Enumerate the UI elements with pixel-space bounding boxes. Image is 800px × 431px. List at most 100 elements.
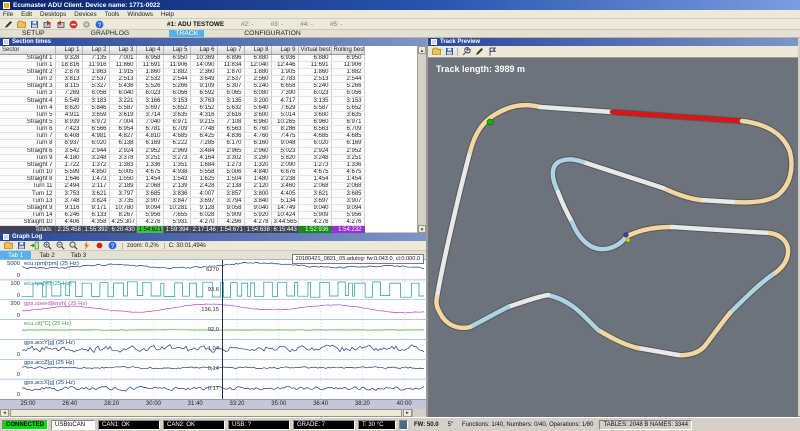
help-icon[interactable]: ? bbox=[94, 19, 104, 29]
table-row-totals[interactable]: Totals:2:25:4581:55:3926:20:4301:54:6211… bbox=[0, 226, 364, 233]
table-row[interactable]: Turn 118:81611:91611:86011:69111:90614:0… bbox=[0, 61, 364, 68]
graph-cursor-line[interactable] bbox=[222, 260, 223, 399]
table-row[interactable]: Straight 19:3287:1357:0016:9586:95010:36… bbox=[0, 54, 364, 61]
lap-time-cell: 2:969 bbox=[163, 147, 190, 154]
table-row[interactable]: Turn 94:1803:2483:3783:2513:2734:1643:30… bbox=[0, 154, 364, 161]
menu-tools[interactable]: Tools bbox=[105, 11, 120, 18]
scroll-up-arrow[interactable]: ▲ bbox=[418, 46, 426, 54]
log-import-icon[interactable] bbox=[55, 19, 65, 29]
graph-channel-label-ecu-tps[interactable]: ecu.tps[%] (25 Hz) bbox=[24, 281, 72, 287]
menu-devices[interactable]: Devices bbox=[74, 11, 96, 18]
graph-tab-tab-3[interactable]: Tab 3 bbox=[63, 251, 94, 259]
graph-channel-label-gps-accZ[interactable]: gps.accZ[g] (25 Hz) bbox=[24, 360, 75, 366]
zoom-fit-icon[interactable] bbox=[68, 241, 78, 251]
table-row[interactable]: Turn 133:7483:8243:7353:9073:8473:6973:7… bbox=[0, 197, 364, 204]
help-icon[interactable]: ? bbox=[107, 241, 117, 251]
zoom-out-icon[interactable] bbox=[55, 241, 65, 251]
open-icon[interactable] bbox=[431, 47, 441, 57]
save-icon[interactable] bbox=[29, 19, 39, 29]
table-row[interactable]: Turn 48:6205:8465:5875:6975:6526:1525:63… bbox=[0, 104, 364, 111]
table-row[interactable]: Turn 54:9113:6593:6193:7143:6354:3163:61… bbox=[0, 111, 364, 118]
table-row[interactable]: Turn 67:4236:5666:9546:7816:7097:7486:56… bbox=[0, 126, 364, 133]
table-row[interactable]: Turn 86:9376:0206:1386:1696:2227:2856:17… bbox=[0, 140, 364, 147]
sector-table[interactable]: SectorLap 1Lap 2Lap 3Lap 4Lap 5Lap 6Lap … bbox=[0, 46, 365, 233]
lap-time-cell: 1:722 bbox=[55, 161, 82, 168]
flag-icon[interactable] bbox=[487, 47, 497, 57]
graph-tab-tab-2[interactable]: Tab 2 bbox=[31, 251, 62, 259]
table-row[interactable]: Turn 23:8132:5372:5132:5322:5443:6492:53… bbox=[0, 75, 364, 82]
menu-edit[interactable]: Edit bbox=[21, 11, 32, 18]
table-row[interactable]: Turn 112:4942:1172:1892:0682:1392:4282:1… bbox=[0, 183, 364, 190]
scroll-left-arrow[interactable]: ◄ bbox=[0, 409, 9, 417]
tab-graphlog[interactable]: GRAPHLOG bbox=[85, 30, 136, 37]
settings-icon[interactable] bbox=[81, 19, 91, 29]
lap-time-cell: 6:876 bbox=[271, 169, 298, 176]
menu-file[interactable]: File bbox=[3, 11, 13, 18]
tab-setup[interactable]: SETUP bbox=[16, 30, 51, 37]
zoom-in-icon[interactable] bbox=[42, 241, 52, 251]
table-row[interactable]: Straight 71:7221:3721:3831:3361:3511:684… bbox=[0, 161, 364, 168]
table-row[interactable]: Turn 76:4084:9814:8274:8104:6856:4254:83… bbox=[0, 133, 364, 140]
graph-channel-label-gps-speed[interactable]: gps.speed[km/h] (25 Hz) bbox=[24, 301, 87, 307]
table-row[interactable]: Turn 146:2466:1338:2675:9567:6556:0285:9… bbox=[0, 211, 364, 218]
device-tab-5[interactable]: #5: - bbox=[330, 21, 343, 28]
pencil-icon[interactable] bbox=[474, 47, 484, 57]
wrench-icon[interactable] bbox=[461, 47, 471, 57]
table-row[interactable]: Turn 37:2696:0566:0406:0236:0566:5926:06… bbox=[0, 90, 364, 97]
table-vertical-scrollbar[interactable]: ▲ ▼ bbox=[417, 46, 426, 233]
scroll-thumb[interactable] bbox=[10, 409, 402, 417]
pencil-icon[interactable] bbox=[3, 19, 13, 29]
scroll-corner bbox=[412, 409, 426, 417]
stop-icon[interactable] bbox=[68, 19, 78, 29]
graph-channel-label-gps-accY[interactable]: gps.accY[g] (25 Hz) bbox=[24, 340, 75, 346]
lap-time-cell: 4:911 bbox=[55, 111, 82, 118]
table-row[interactable]: Straight 58:9396:9727:0047:0406:9719:215… bbox=[0, 118, 364, 125]
graph-channel-label-ecu-rpm[interactable]: ecu.rpm[rpm] (25 Hz) bbox=[24, 261, 79, 267]
tab-track[interactable]: TRACK bbox=[169, 30, 204, 37]
menu-desktops[interactable]: Desktops bbox=[40, 11, 66, 18]
track-map[interactable]: Track length: 3989 m bbox=[428, 58, 798, 417]
menu-windows[interactable]: Windows bbox=[127, 11, 153, 18]
graph-channel-label-gps-accX[interactable]: gps.accX[g] (25 Hz) bbox=[24, 380, 75, 386]
lap-time-cell: 5:820 bbox=[271, 154, 298, 161]
lap-time-cell: 2:360 bbox=[190, 68, 217, 75]
device-tab-3[interactable]: #3: - bbox=[271, 21, 284, 28]
lap-time-cell: 10:424 bbox=[271, 211, 298, 218]
table-row[interactable]: Straight 104:4064:3584:25:3074:2765:9314… bbox=[0, 219, 364, 226]
open-icon[interactable] bbox=[16, 19, 26, 29]
export-icon[interactable] bbox=[29, 241, 39, 251]
lap-time-cell: 2:090 bbox=[271, 161, 298, 168]
log-export-icon[interactable] bbox=[42, 19, 52, 29]
device-tab-1[interactable]: #1: ADU TESTOWE bbox=[167, 21, 224, 28]
graph-horizontal-scrollbar[interactable]: ◄ ► bbox=[0, 409, 426, 417]
marker-icon[interactable] bbox=[81, 241, 91, 251]
device-tab-4[interactable]: #4: - bbox=[300, 21, 313, 28]
table-row[interactable]: Turn 123:7533:6213:7973:6853:8364:0073:8… bbox=[0, 190, 364, 197]
save-icon[interactable] bbox=[444, 47, 454, 57]
scroll-right-arrow[interactable]: ► bbox=[403, 409, 412, 417]
table-row[interactable]: Straight 81:6461:4731:5501:4541:5431:625… bbox=[0, 176, 364, 183]
open-icon[interactable] bbox=[3, 241, 13, 251]
record-icon[interactable] bbox=[94, 241, 104, 251]
table-row[interactable]: Straight 22:8781:8631:9151:8601:8822:360… bbox=[0, 68, 364, 75]
table-row[interactable]: Straight 45:5493:1833:2213:1663:1533:763… bbox=[0, 97, 364, 104]
main-tab-bar: SETUP GRAPHLOG TRACK CONFIGURATION bbox=[0, 30, 800, 38]
scroll-down-arrow[interactable]: ▼ bbox=[418, 225, 426, 233]
graph-channel-label-ecu-clt[interactable]: ecu.clt[°C] (25 Hz) bbox=[24, 321, 71, 327]
save-icon[interactable] bbox=[16, 241, 26, 251]
device-tab-2[interactable]: #2: - bbox=[241, 21, 254, 28]
lap-time-cell: 3:763 bbox=[190, 97, 217, 104]
table-row[interactable]: Straight 63:5422:9442:9242:9522:9693:484… bbox=[0, 147, 364, 154]
lap-time-cell: 4:840 bbox=[244, 169, 271, 176]
status-usbtocan: USBtoCAN bbox=[51, 420, 95, 430]
lap-time-cell: 5:526 bbox=[136, 83, 163, 90]
tab-configuration[interactable]: CONFIGURATION bbox=[238, 30, 307, 37]
graph-plot-area[interactable]: ecu.rpm[rpm] (25 Hz)500006270ecu.tps[%] … bbox=[0, 260, 426, 399]
lap-time-cell: 5:266 bbox=[163, 83, 190, 90]
lap-time-cell: 3:248 bbox=[82, 154, 109, 161]
table-row[interactable]: Straight 99:1169:17110:7809:09410:2819:1… bbox=[0, 204, 364, 211]
table-row[interactable]: Turn 105:5994:8505:0054:6754:9385:5585:0… bbox=[0, 169, 364, 176]
graph-tab-tab-1[interactable]: Tab 1 bbox=[0, 251, 31, 259]
table-row[interactable]: Straight 38:1155:3275:4365:5265:2669:109… bbox=[0, 83, 364, 90]
menu-help[interactable]: Help bbox=[161, 11, 174, 18]
